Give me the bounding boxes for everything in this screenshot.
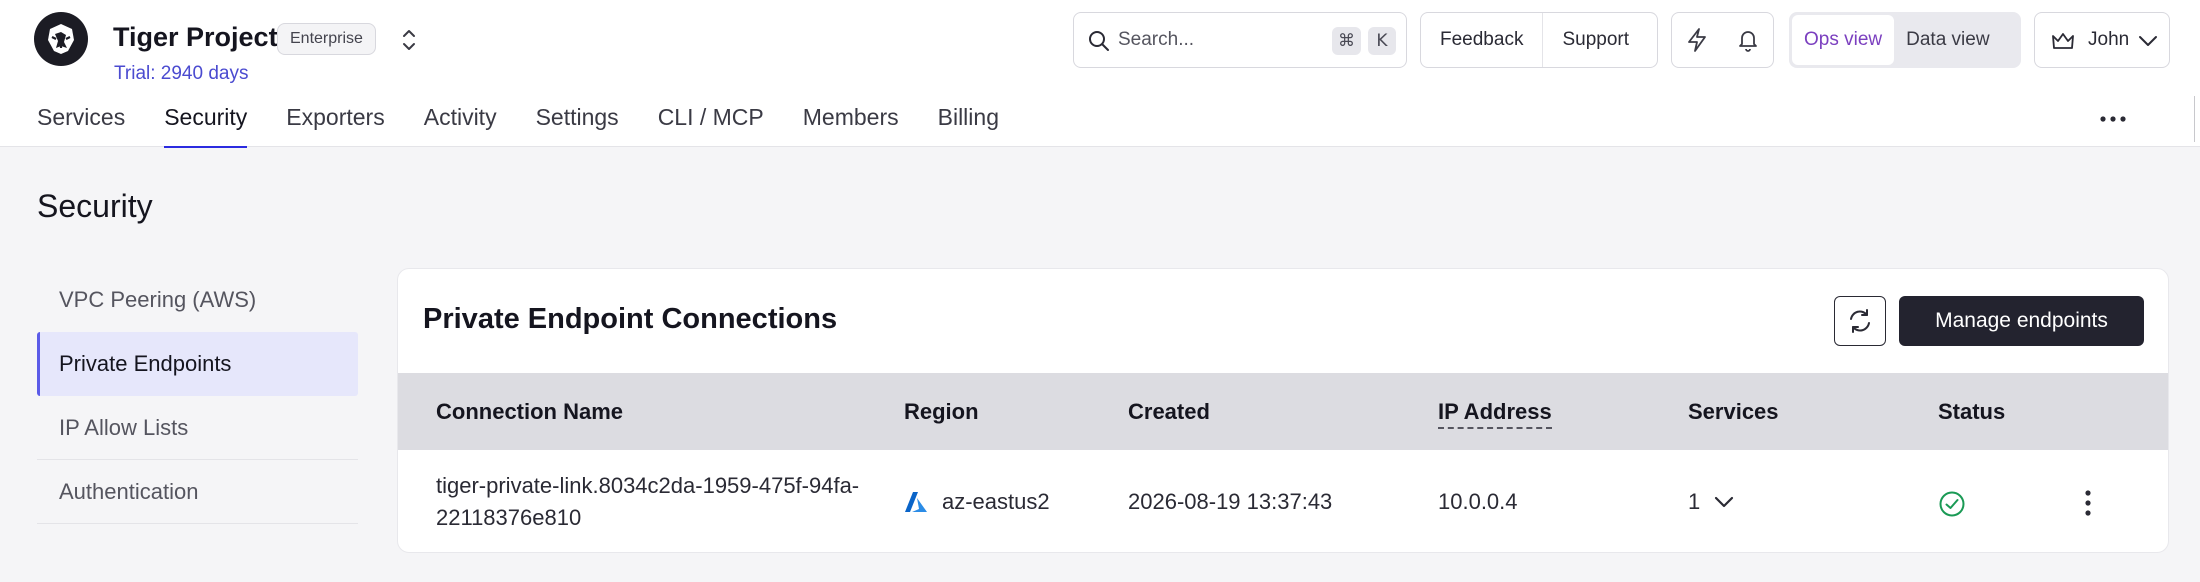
column-header-status[interactable]: Status	[1938, 399, 2005, 425]
plan-badge: Enterprise	[277, 23, 376, 55]
trial-days-link[interactable]: Trial: 2940 days	[114, 63, 248, 85]
tab-cli-mcp[interactable]: CLI / MCP	[658, 104, 764, 147]
tab-members[interactable]: Members	[803, 104, 899, 147]
connection-name-cell: tiger-private-link.8034c2da-1959-475f-94…	[436, 473, 860, 530]
tab-security[interactable]: Security	[164, 104, 248, 148]
more-horizontal-icon[interactable]	[2098, 109, 2128, 129]
tab-billing[interactable]: Billing	[938, 104, 999, 147]
table-header: Connection Name Region Created IP Addres…	[398, 373, 2168, 450]
services-count: 1	[1688, 489, 1701, 514]
ip-address-cell: 10.0.0.4	[1438, 489, 1518, 514]
search-box[interactable]: ⌘ K	[1073, 12, 1407, 68]
user-menu-button[interactable]: John	[2034, 12, 2170, 68]
column-header-ip-address[interactable]: IP Address	[1438, 399, 1552, 429]
bell-icon[interactable]	[1736, 27, 1760, 53]
search-input[interactable]	[1118, 25, 1298, 55]
crown-icon	[2052, 33, 2074, 49]
check-circle-icon	[1939, 491, 1965, 517]
azure-icon	[905, 492, 927, 512]
ops-view-tab[interactable]: Ops view	[1792, 15, 1895, 65]
chevron-down-icon	[1715, 496, 1734, 508]
sidebar-item-ip-allow-lists[interactable]: IP Allow Lists	[37, 396, 358, 460]
project-title[interactable]: Tiger Project	[113, 22, 278, 53]
data-view-tab[interactable]: Data view	[1894, 15, 2001, 65]
support-button[interactable]: Support	[1543, 29, 1648, 51]
lightning-icon[interactable]	[1685, 27, 1709, 53]
sidebar-item-private-endpoints[interactable]: Private Endpoints	[37, 332, 358, 396]
chevron-up-down-icon[interactable]	[398, 26, 420, 54]
view-toggle: Ops view Data view	[1789, 12, 2021, 68]
tab-exporters[interactable]: Exporters	[286, 104, 384, 147]
refresh-button[interactable]	[1834, 296, 1886, 346]
column-header-connection-name[interactable]: Connection Name	[436, 399, 623, 425]
tab-services[interactable]: Services	[37, 104, 125, 147]
shortcut-modifier-key: ⌘	[1332, 27, 1361, 55]
page-title: Security	[37, 188, 153, 224]
column-header-region[interactable]: Region	[904, 399, 979, 425]
column-header-services[interactable]: Services	[1688, 399, 1779, 425]
sidebar-item-vpc-peering[interactable]: VPC Peering (AWS)	[37, 268, 358, 332]
tiger-logo-icon[interactable]	[34, 12, 88, 66]
shortcut-key: K	[1368, 27, 1396, 55]
chevron-down-icon	[2139, 36, 2157, 46]
help-links-group: Feedback Support	[1420, 12, 1658, 68]
scrollbar-handle[interactable]	[2194, 96, 2200, 142]
sidebar-item-authentication[interactable]: Authentication	[37, 460, 358, 524]
quick-actions-group	[1671, 12, 1774, 68]
security-sidebar: VPC Peering (AWS) Private Endpoints IP A…	[37, 268, 358, 524]
services-dropdown[interactable]: 1	[1688, 489, 1736, 515]
main-nav-tabs: Services Security Exporters Activity Set…	[37, 104, 1038, 148]
panel-title: Private Endpoint Connections	[423, 303, 838, 335]
private-endpoints-panel: Private Endpoint Connections Manage endp…	[397, 268, 2169, 553]
feedback-button[interactable]: Feedback	[1421, 29, 1542, 51]
top-header: Tiger Project Enterprise Trial: 2940 day…	[0, 0, 2200, 148]
more-vertical-icon[interactable]	[2078, 487, 2098, 519]
refresh-icon	[1850, 309, 1870, 333]
search-icon	[1089, 31, 1109, 51]
tab-activity[interactable]: Activity	[424, 104, 497, 147]
tab-settings[interactable]: Settings	[536, 104, 619, 147]
created-cell: 2026-08-19 13:37:43	[1128, 489, 1333, 514]
region-cell: az-eastus2	[942, 489, 1050, 514]
table-row[interactable]: tiger-private-link.8034c2da-1959-475f-94…	[398, 450, 2168, 552]
manage-endpoints-button[interactable]: Manage endpoints	[1899, 296, 2144, 346]
user-name: John	[2088, 29, 2130, 50]
column-header-created[interactable]: Created	[1128, 399, 1210, 425]
